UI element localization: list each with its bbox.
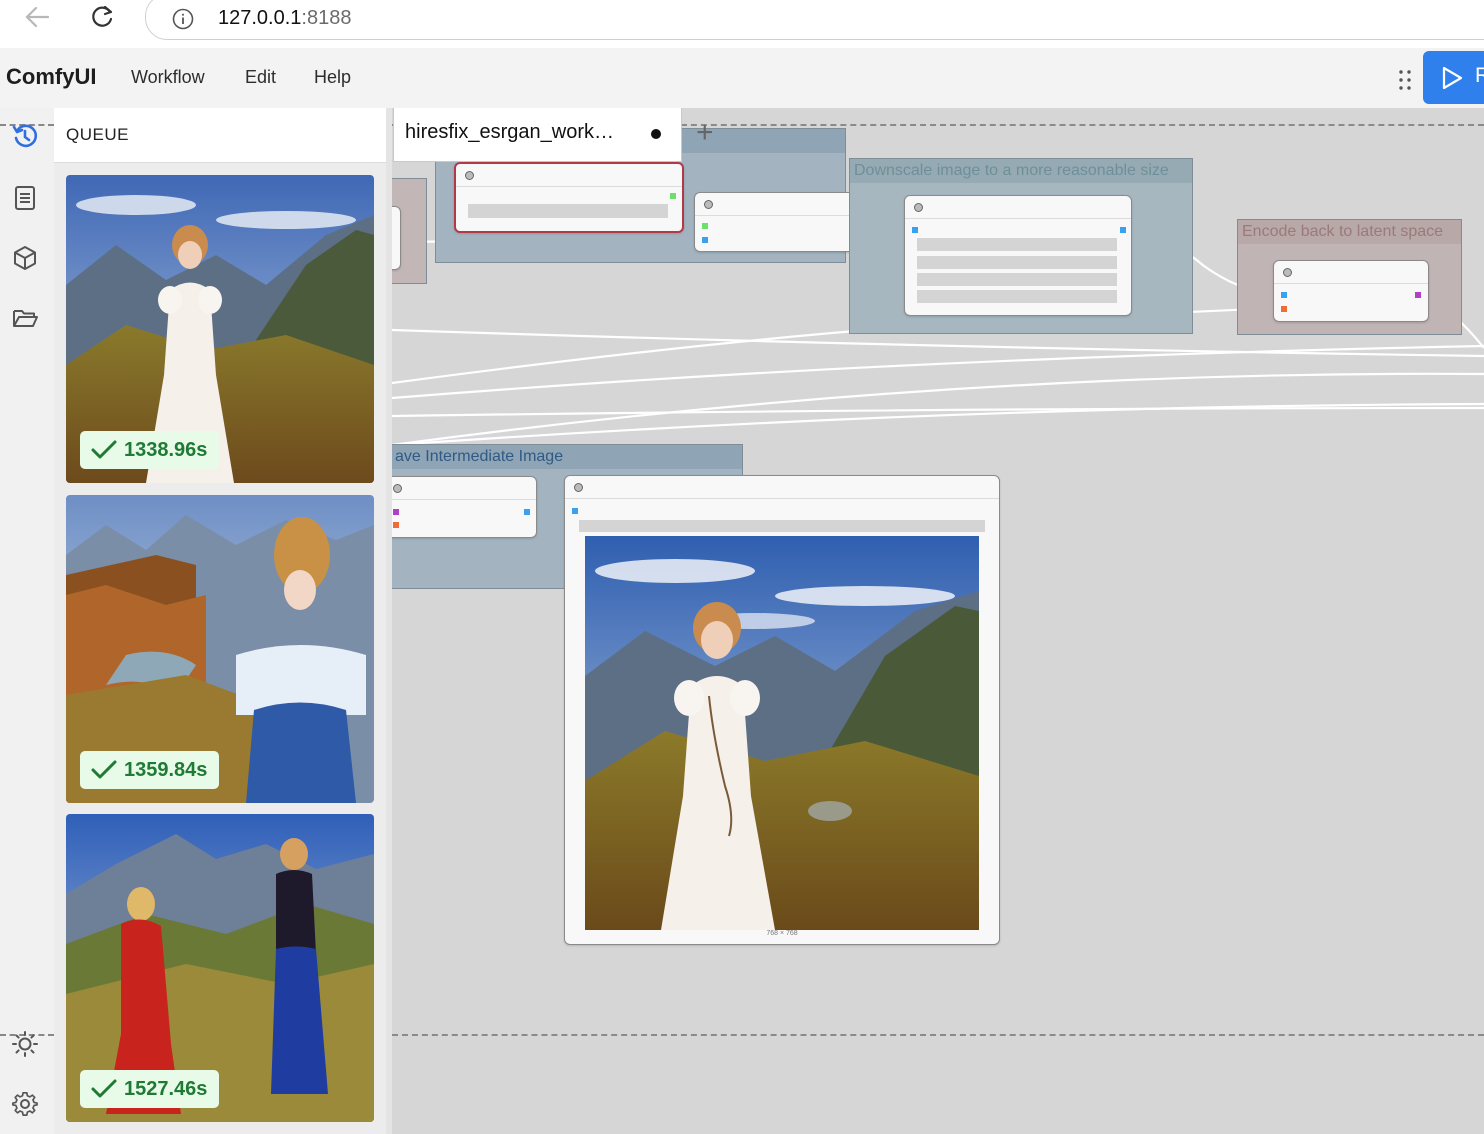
node-collapse-icon[interactable] (704, 200, 713, 209)
queue-title: QUEUE (66, 125, 129, 144)
workflow-tab-label: hiresfix_esrgan_work… (405, 121, 614, 143)
address-bar[interactable]: 127.0.0.1:8188 (145, 0, 1484, 40)
node-collapse-icon[interactable] (1283, 268, 1292, 277)
menu-workflow[interactable]: Workflow (131, 67, 205, 88)
reload-icon[interactable] (88, 4, 118, 30)
menu-help[interactable]: Help (314, 67, 351, 88)
graph-node-selected[interactable] (454, 162, 684, 233)
group-title: ave Intermediate Image (392, 445, 742, 469)
graph-node[interactable] (1273, 260, 1429, 322)
workflow-tab[interactable]: hiresfix_esrgan_work… (393, 108, 682, 162)
folder-icon[interactable] (11, 304, 39, 332)
node-collapse-icon[interactable] (465, 171, 474, 180)
node-widget[interactable] (917, 238, 1117, 251)
url-port: :8188 (301, 7, 352, 29)
output-port[interactable] (524, 509, 530, 515)
node-collapse-icon[interactable] (574, 483, 583, 492)
menu-edit[interactable]: Edit (245, 67, 276, 88)
queue-panel: QUEUE 1338.96s 1359.84s 1527.46s (54, 108, 386, 1134)
new-tab-plus-icon[interactable]: + (696, 118, 714, 148)
queue-item[interactable]: 1338.96s (66, 175, 374, 483)
node-collapse-icon[interactable] (914, 203, 923, 212)
check-icon (91, 760, 117, 779)
cube-icon[interactable] (11, 244, 39, 272)
gear-icon[interactable] (11, 1090, 39, 1118)
check-icon (91, 1079, 117, 1098)
url-text: 127.0.0.1:8188 (218, 7, 351, 30)
status-badge: 1527.46s (80, 1070, 220, 1108)
status-badge: 1359.84s (80, 751, 220, 789)
status-badge: 1338.96s (80, 431, 220, 469)
node-header (456, 164, 682, 187)
preview-image (585, 536, 979, 930)
history-icon[interactable] (11, 122, 39, 150)
input-port[interactable] (572, 508, 578, 514)
graph-node[interactable] (694, 192, 860, 252)
url-host: 127.0.0.1 (218, 7, 302, 29)
output-port[interactable] (670, 193, 676, 199)
preview-dimensions: 768 × 768 (766, 930, 798, 937)
input-port[interactable] (1281, 292, 1287, 298)
play-icon (1442, 66, 1463, 90)
queue-item-time: 1338.96s (124, 438, 208, 461)
input-port[interactable] (702, 237, 708, 243)
queue-item-time: 1527.46s (124, 1077, 208, 1100)
unsaved-indicator (651, 129, 661, 139)
sun-icon[interactable] (11, 1030, 39, 1058)
node-widget[interactable] (917, 256, 1117, 269)
queue-header: QUEUE (54, 108, 386, 163)
input-port[interactable] (912, 227, 918, 233)
queue-item[interactable]: 1527.46s (66, 814, 374, 1122)
preview-picture (585, 536, 979, 930)
graph-node[interactable] (904, 195, 1132, 316)
queue-item[interactable]: 1359.84s (66, 495, 374, 803)
node-header (695, 193, 859, 216)
sidebar-rail (0, 108, 55, 1134)
drag-handle-icon[interactable] (1397, 68, 1413, 92)
queue-run-button[interactable]: R (1423, 51, 1484, 104)
graph-canvas[interactable]: hiresfix_esrgan_work… + Downscale image … (392, 108, 1484, 1134)
node-widget[interactable] (579, 520, 985, 532)
group-title: Encode back to latent space (1238, 220, 1461, 244)
input-port[interactable] (393, 522, 399, 528)
node-collapse-icon[interactable] (393, 484, 402, 493)
node-widget[interactable] (917, 273, 1117, 286)
graph-node[interactable] (392, 476, 537, 538)
group-title: Downscale image to a more reasonable siz… (850, 159, 1192, 183)
app-logo: ComfyUI (6, 64, 97, 89)
node-widget[interactable] (917, 290, 1117, 303)
node-header (1274, 261, 1428, 284)
preview-image-node[interactable]: 768 × 768 (564, 475, 1000, 945)
graph-node[interactable] (392, 206, 401, 270)
input-port[interactable] (1281, 306, 1287, 312)
document-icon[interactable] (11, 184, 39, 212)
check-icon (91, 440, 117, 459)
node-widget[interactable] (468, 204, 668, 218)
output-port[interactable] (1120, 227, 1126, 233)
node-header (565, 476, 999, 499)
run-button-label: R (1475, 64, 1484, 87)
queue-item-time: 1359.84s (124, 758, 208, 781)
output-port[interactable] (1415, 292, 1421, 298)
input-port[interactable] (393, 509, 399, 515)
node-header (905, 196, 1131, 219)
browser-toolbar: 127.0.0.1:8188 (0, 0, 1484, 49)
node-header (392, 477, 536, 500)
site-info-icon[interactable] (172, 8, 194, 30)
app-menubar: ComfyUI Workflow Edit Help R (0, 48, 1484, 109)
input-port[interactable] (702, 223, 708, 229)
back-arrow-icon[interactable] (22, 4, 52, 30)
